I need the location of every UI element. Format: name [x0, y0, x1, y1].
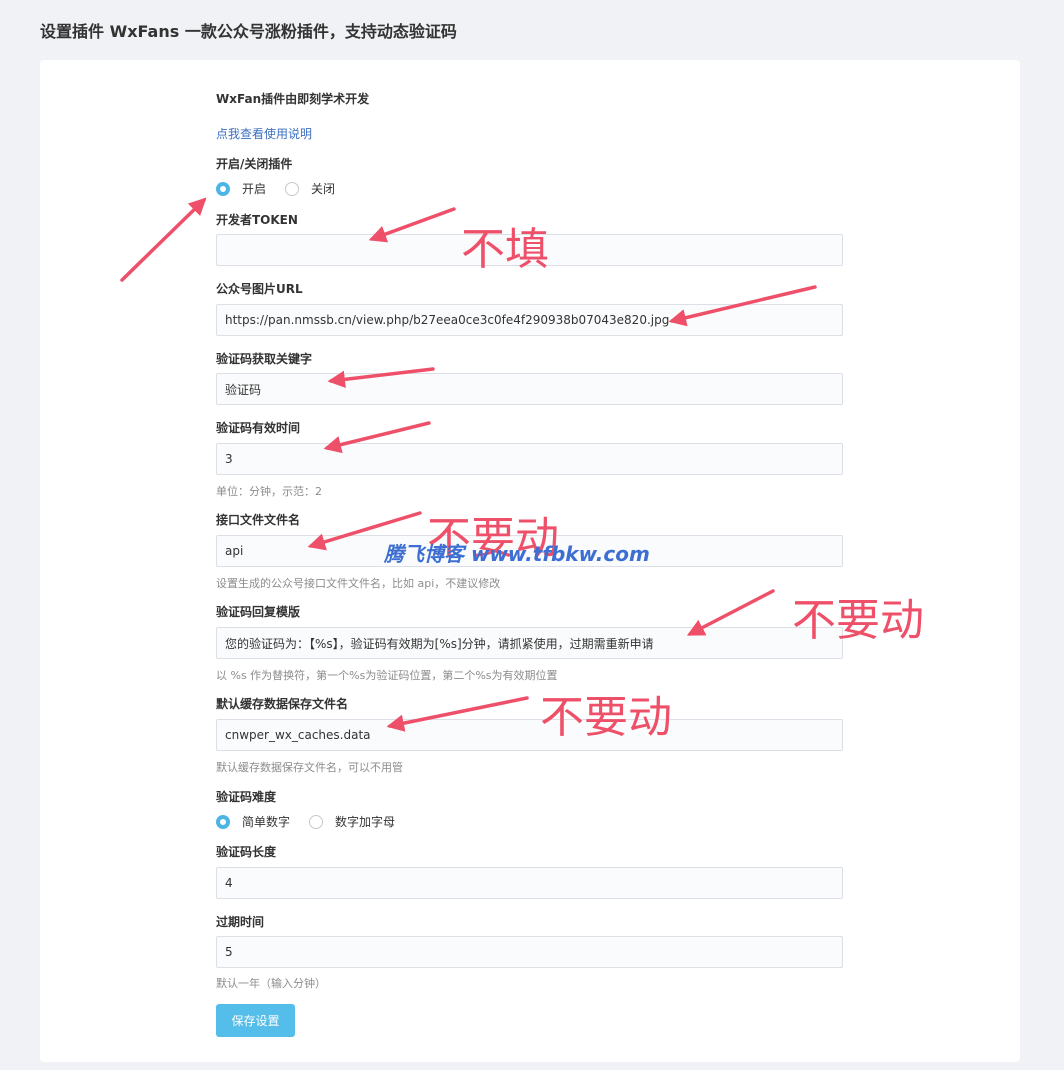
difficulty-simple-label[interactable]: 简单数字 — [242, 813, 290, 830]
difficulty-simple-radio[interactable] — [216, 814, 230, 829]
api-filename-hint: 设置生成的公众号接口文件文件名，比如 api，不建议修改 — [216, 577, 501, 590]
difficulty-mixed-label[interactable]: 数字加字母 — [335, 813, 395, 830]
reply-template-hint: 以 %s 作为替换符，第一个%s为验证码位置，第二个%s为有效期位置 — [216, 669, 558, 682]
plugin-off-radio[interactable] — [285, 181, 300, 196]
save-button[interactable]: 保存设置 — [216, 1004, 295, 1037]
expire-time-label: 过期时间 — [216, 915, 265, 929]
page-title: 设置插件 WxFans 一款公众号涨粉插件，支持动态验证码 — [40, 22, 457, 41]
plugin-switch-label: 开启/关闭插件 — [216, 157, 293, 171]
plugin-off-label[interactable]: 关闭 — [311, 180, 335, 197]
code-length-input[interactable] — [216, 867, 843, 899]
api-filename-label: 接口文件文件名 — [216, 513, 301, 527]
plugin-switch-group: 开启 关闭 — [216, 180, 354, 197]
cache-filename-input[interactable] — [216, 719, 843, 751]
plugin-on-label[interactable]: 开启 — [242, 180, 266, 197]
valid-time-input[interactable] — [216, 443, 843, 475]
cache-filename-label: 默认缓存数据保存文件名 — [216, 697, 349, 711]
difficulty-mixed-radio[interactable] — [309, 814, 324, 829]
keyword-input[interactable] — [216, 373, 843, 405]
token-label: 开发者TOKEN — [216, 213, 298, 227]
image-url-label: 公众号图片URL — [216, 282, 303, 296]
expire-time-hint: 默认一年（输入分钟） — [216, 977, 326, 990]
help-link[interactable]: 点我查看使用说明 — [216, 125, 312, 142]
valid-time-hint: 单位：分钟，示范：2 — [216, 485, 322, 498]
developer-note: WxFan插件由即刻学术开发 — [216, 92, 370, 106]
reply-template-input[interactable] — [216, 627, 843, 659]
difficulty-group: 简单数字 数字加字母 — [216, 813, 414, 830]
annotation-do-not-change: 不要动 — [540, 692, 672, 743]
expire-time-input[interactable] — [216, 936, 843, 968]
watermark: 腾飞博客 www.tfbkw.com — [384, 542, 650, 566]
image-url-input[interactable] — [216, 304, 843, 336]
valid-time-label: 验证码有效时间 — [216, 421, 301, 435]
annotation-no-fill: 不填 — [461, 224, 549, 275]
code-length-label: 验证码长度 — [216, 845, 277, 859]
cache-filename-hint: 默认缓存数据保存文件名，可以不用管 — [216, 761, 403, 774]
difficulty-label: 验证码难度 — [216, 790, 277, 804]
keyword-label: 验证码获取关键字 — [216, 352, 313, 366]
plugin-on-radio[interactable] — [216, 181, 230, 196]
annotation-do-not-change: 不要动 — [792, 595, 924, 646]
reply-template-label: 验证码回复模版 — [216, 605, 301, 619]
